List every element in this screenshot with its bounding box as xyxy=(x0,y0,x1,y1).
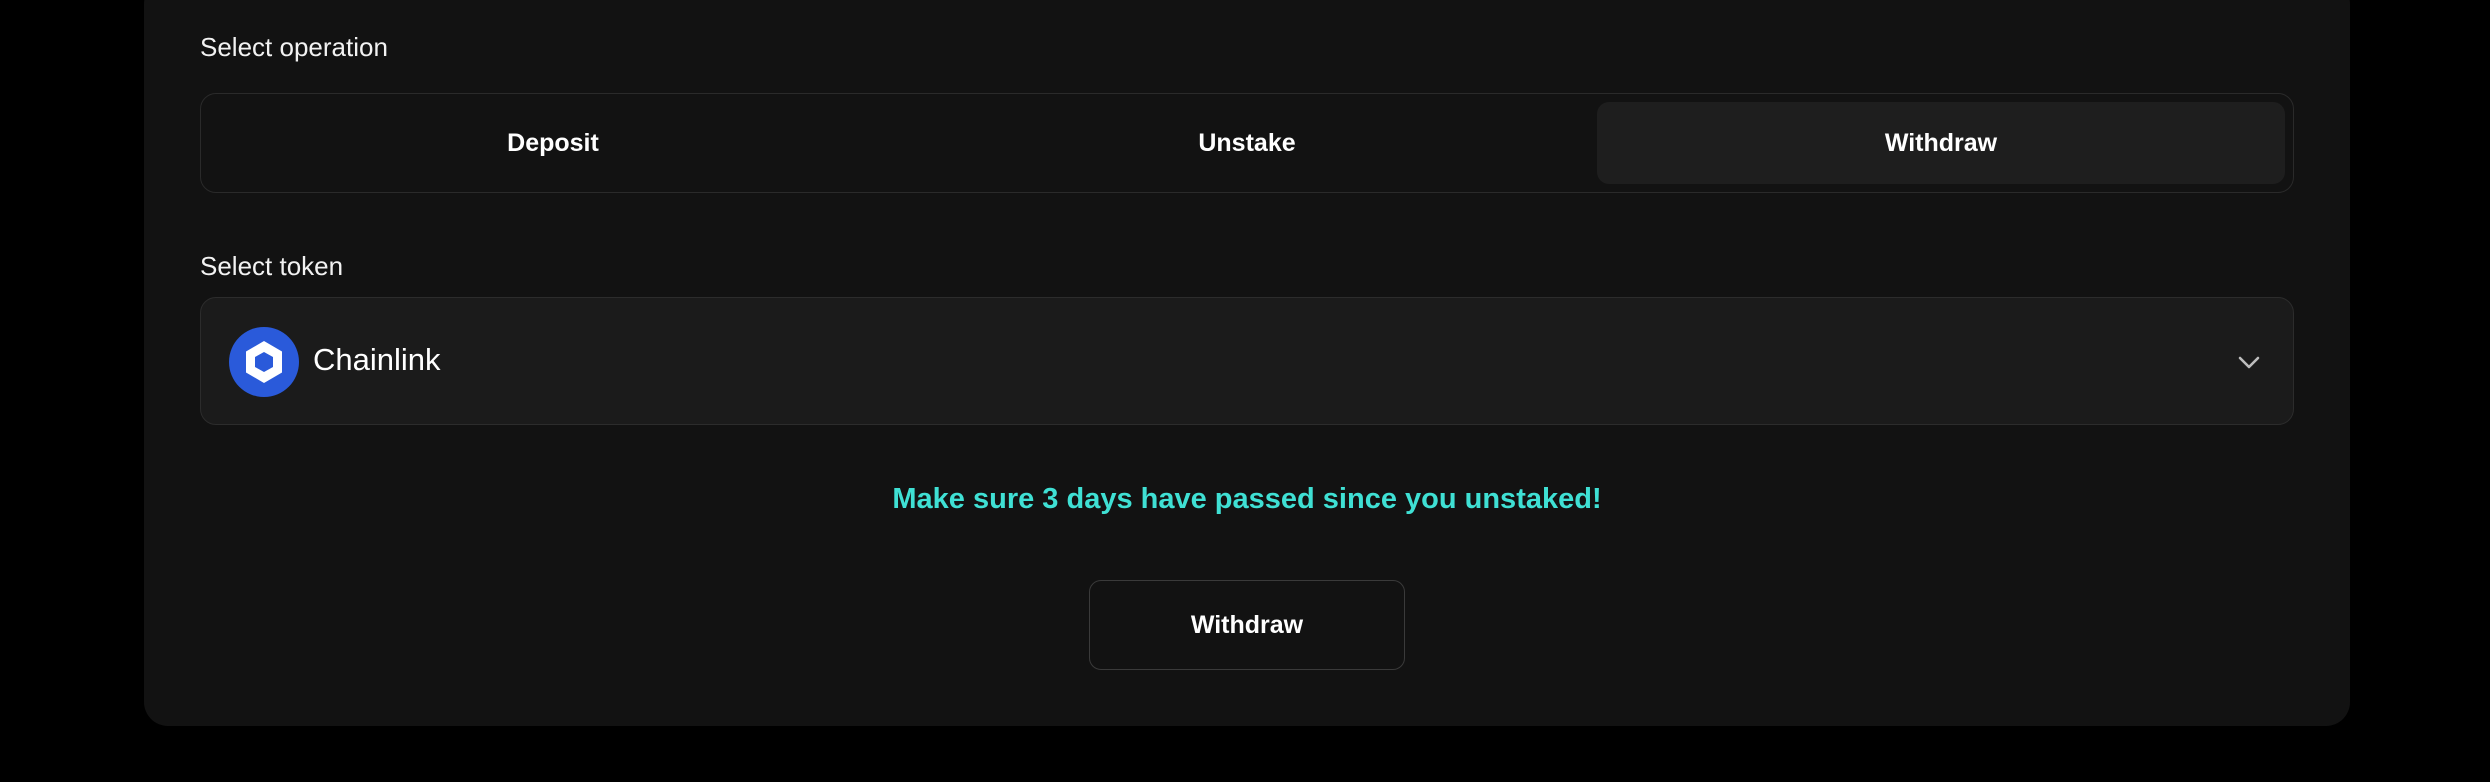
token-select-dropdown[interactable]: Chainlink xyxy=(200,297,2294,425)
chainlink-logo-icon xyxy=(229,327,299,397)
select-operation-label: Select operation xyxy=(200,32,388,62)
chevron-down-icon xyxy=(2238,356,2260,369)
tab-deposit[interactable]: Deposit xyxy=(209,102,897,184)
tab-withdraw[interactable]: Withdraw xyxy=(1597,102,2285,184)
select-token-label: Select token xyxy=(200,251,344,281)
unstake-warning-message: Make sure 3 days have passed since you u… xyxy=(892,483,1602,515)
tab-unstake[interactable]: Unstake xyxy=(903,102,1591,184)
operation-segmented-control: Deposit Unstake Withdraw xyxy=(200,93,2294,193)
selected-token-name: Chainlink xyxy=(313,342,441,377)
withdraw-button[interactable]: Withdraw xyxy=(1089,580,1405,670)
